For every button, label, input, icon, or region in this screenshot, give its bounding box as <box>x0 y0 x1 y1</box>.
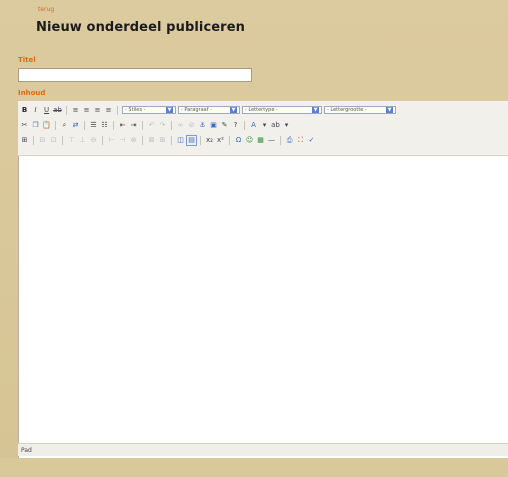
link-icon[interactable]: ∞ <box>176 121 185 130</box>
separator <box>200 135 201 145</box>
separator <box>62 135 63 145</box>
chevron-down-icon[interactable]: ▾ <box>282 121 291 130</box>
outdent-icon[interactable]: ⇤ <box>118 121 127 130</box>
replace-icon[interactable]: ⇄ <box>71 121 80 130</box>
title-input[interactable] <box>18 68 252 82</box>
cut-icon[interactable]: ✂ <box>20 121 29 130</box>
separator <box>142 135 143 145</box>
visual-aid-icon[interactable]: ◫ <box>176 136 185 145</box>
image-icon[interactable]: ▣ <box>209 121 218 130</box>
font-select[interactable]: - Lettertype - ▼ <box>242 106 322 114</box>
insert-row-before-icon[interactable]: ⊤ <box>67 136 76 145</box>
split-cells-icon[interactable]: ⊠ <box>147 136 156 145</box>
delete-row-icon[interactable]: ⊖ <box>89 136 98 145</box>
subscript-icon[interactable]: x₂ <box>205 136 214 145</box>
separator <box>171 135 172 145</box>
editor-statusbar: Pad <box>18 443 508 456</box>
indent-icon[interactable]: ⇥ <box>129 121 138 130</box>
unlink-icon[interactable]: ⊘ <box>187 121 196 130</box>
separator <box>33 135 34 145</box>
separator <box>66 105 67 115</box>
align-center-icon[interactable]: ≡ <box>82 106 91 115</box>
align-right-icon[interactable]: ≡ <box>93 106 102 115</box>
copy-icon[interactable]: ❐ <box>31 121 40 130</box>
separator <box>142 120 143 130</box>
insert-col-after-icon[interactable]: ⊣ <box>118 136 127 145</box>
bottom-strip <box>0 458 508 477</box>
page-background: terug Nieuw onderdeel publiceren Titel I… <box>0 0 508 477</box>
help-icon[interactable]: ? <box>231 121 240 130</box>
insert-row-after-icon[interactable]: ⊥ <box>78 136 87 145</box>
underline-icon[interactable]: U <box>42 106 51 115</box>
toolbar-row-2: ✂ ❐ 📋 ⌕ ⇄ ☰ ☷ ⇤ ⇥ ↶ ↷ ∞ ⊘ ⚓ ▣ ✎ ? A ▾ ab <box>20 119 291 131</box>
fontsize-select[interactable]: - Lettergrootte - ▼ <box>324 106 396 114</box>
back-link[interactable]: terug <box>38 6 54 13</box>
chevron-down-icon: ▼ <box>386 107 393 113</box>
separator <box>55 120 56 130</box>
page-title: Nieuw onderdeel publiceren <box>36 20 245 35</box>
italic-icon[interactable]: I <box>31 106 40 115</box>
align-justify-icon[interactable]: ≡ <box>104 106 113 115</box>
separator <box>117 105 118 115</box>
chevron-down-icon: ▼ <box>166 107 173 113</box>
styles-select-value: - Stiles - <box>125 107 146 113</box>
redo-icon[interactable]: ↷ <box>158 121 167 130</box>
horizontal-rule-icon[interactable]: — <box>267 136 276 145</box>
cell-props-icon[interactable]: ⊡ <box>49 136 58 145</box>
separator <box>229 135 230 145</box>
print-icon[interactable]: ⎙ <box>285 136 294 145</box>
title-label: Titel <box>18 56 36 64</box>
font-select-value: - Lettertype - <box>245 107 278 113</box>
bold-icon[interactable]: B <box>20 106 29 115</box>
row-props-icon[interactable]: ⊟ <box>38 136 47 145</box>
html-source-icon[interactable]: ▤ <box>186 134 197 146</box>
text-color-icon[interactable]: A <box>249 121 258 130</box>
status-path: Pad <box>21 447 32 454</box>
toolbar-row-3: ⊞ ⊟ ⊡ ⊤ ⊥ ⊖ ⊢ ⊣ ⊗ ⊠ ⊞ ◫ ▤ x₂ x² Ω ☺ ▦ — <box>20 134 316 146</box>
styles-select[interactable]: - Stiles - ▼ <box>122 106 176 114</box>
paste-icon[interactable]: 📋 <box>42 121 51 130</box>
undo-icon[interactable]: ↶ <box>147 121 156 130</box>
anchor-icon[interactable]: ⚓ <box>198 121 207 130</box>
strikethrough-icon[interactable]: ab <box>53 106 62 115</box>
cleanup-icon[interactable]: ✎ <box>220 121 229 130</box>
bullet-list-icon[interactable]: ☰ <box>89 121 98 130</box>
separator <box>244 120 245 130</box>
special-char-icon[interactable]: Ω <box>234 136 243 145</box>
separator <box>102 135 103 145</box>
table-icon[interactable]: ⊞ <box>20 136 29 145</box>
editor-toolbar: B I U ab ≡ ≡ ≡ ≡ - Stiles - ▼ - Paragraa… <box>18 101 508 156</box>
chevron-down-icon: ▼ <box>230 107 237 113</box>
background-color-icon[interactable]: ab <box>271 121 280 130</box>
spellcheck-icon[interactable]: ✓ <box>307 136 316 145</box>
chevron-down-icon: ▼ <box>312 107 319 113</box>
delete-col-icon[interactable]: ⊗ <box>129 136 138 145</box>
format-select[interactable]: - Paragraaf - ▼ <box>178 106 240 114</box>
separator <box>84 120 85 130</box>
format-select-value: - Paragraaf - <box>181 107 212 113</box>
chevron-down-icon[interactable]: ▾ <box>260 121 269 130</box>
media-icon[interactable]: ▦ <box>256 136 265 145</box>
numbered-list-icon[interactable]: ☷ <box>100 121 109 130</box>
insert-col-before-icon[interactable]: ⊢ <box>107 136 116 145</box>
align-left-icon[interactable]: ≡ <box>71 106 80 115</box>
superscript-icon[interactable]: x² <box>216 136 225 145</box>
separator <box>171 120 172 130</box>
find-icon[interactable]: ⌕ <box>60 121 69 130</box>
fullscreen-icon[interactable]: ⛶ <box>296 136 305 145</box>
separator <box>113 120 114 130</box>
merge-cells-icon[interactable]: ⊞ <box>158 136 167 145</box>
toolbar-row-1: B I U ab ≡ ≡ ≡ ≡ - Stiles - ▼ - Paragraa… <box>20 104 396 116</box>
content-label: Inhoud <box>18 89 46 97</box>
emoticon-icon[interactable]: ☺ <box>245 136 254 145</box>
separator <box>280 135 281 145</box>
fontsize-select-value: - Lettergrootte - <box>327 107 367 113</box>
